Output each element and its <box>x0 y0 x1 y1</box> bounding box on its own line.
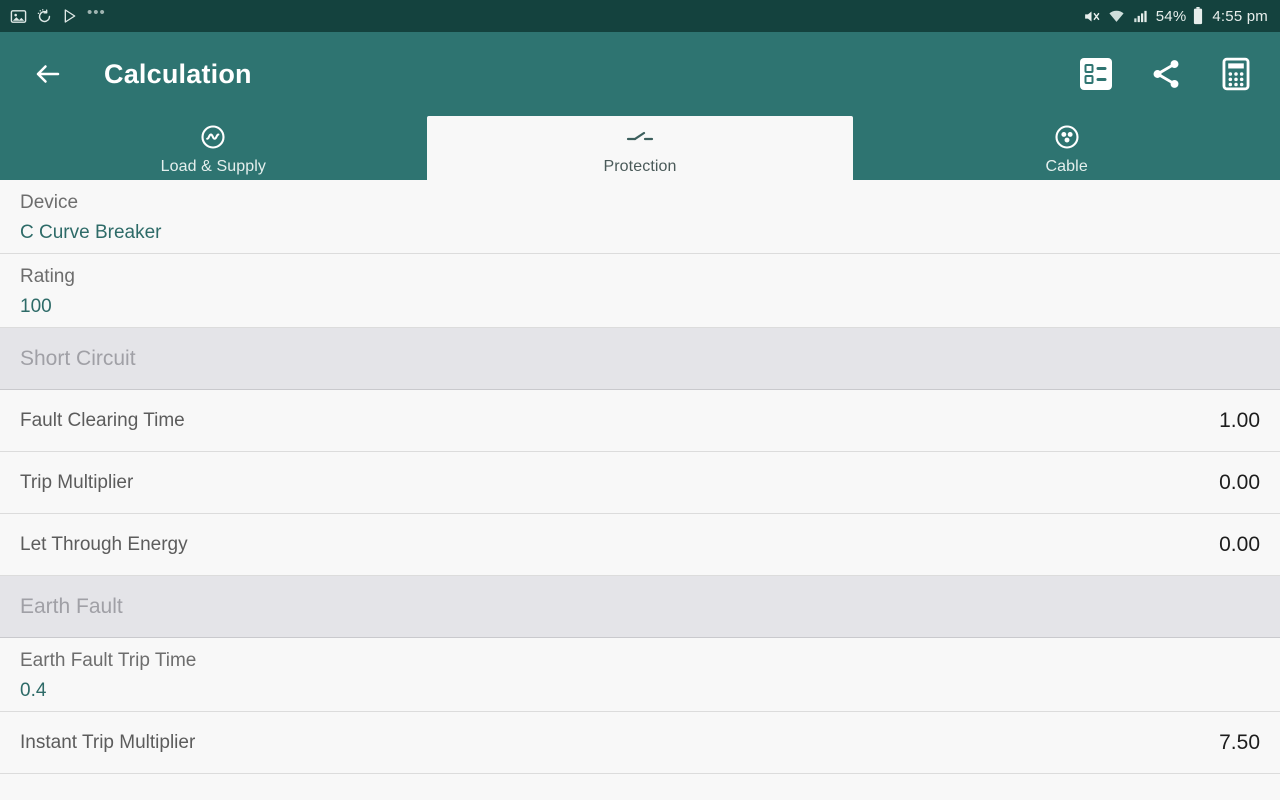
protection-list: Device C Curve Breaker Rating 100 Short … <box>0 180 1280 800</box>
calculator-icon[interactable] <box>1216 54 1256 94</box>
status-bar: ••• 54% 4:55 pm <box>0 0 1280 32</box>
app-bar: Calculation <box>0 32 1280 116</box>
app-bar-actions <box>1076 54 1256 94</box>
status-bar-system: 54% 4:55 pm <box>1082 7 1268 25</box>
tab-label: Cable <box>1045 158 1088 175</box>
section-title: Earth Fault <box>20 594 123 618</box>
row-label: Instant Trip Multiplier <box>20 731 196 753</box>
tab-protection[interactable]: Protection <box>426 116 854 180</box>
play-store-icon <box>62 8 78 24</box>
cable-core-icon <box>1053 122 1081 152</box>
share-icon[interactable] <box>1146 54 1186 94</box>
row-value: C Curve Breaker <box>20 221 162 243</box>
status-bar-notifications: ••• <box>10 4 106 25</box>
list-item-fault-clearing-time[interactable]: Fault Clearing Time 1.00 <box>0 390 1280 452</box>
row-label: Earth Fault Trip Time <box>20 649 197 671</box>
image-icon <box>10 8 27 25</box>
tab-label: Protection <box>603 158 677 175</box>
tab-cable[interactable]: Cable <box>853 116 1280 180</box>
back-arrow-icon[interactable] <box>30 56 66 92</box>
tab-label: Load & Supply <box>160 158 267 175</box>
row-value: 0.4 <box>20 679 47 701</box>
list-item-trip-multiplier[interactable]: Trip Multiplier 0.00 <box>0 452 1280 514</box>
list-item-earth-fault-trip-time[interactable]: Earth Fault Trip Time 0.4 <box>0 638 1280 712</box>
circuit-breaker-icon <box>625 122 655 152</box>
section-header-earth-fault: Earth Fault <box>0 576 1280 638</box>
list-item-let-through-energy[interactable]: Let Through Energy 0.00 <box>0 514 1280 576</box>
row-label: Device <box>20 191 79 213</box>
row-label: Let Through Energy <box>20 533 188 555</box>
row-value: 0.00 <box>1219 532 1260 556</box>
section-header-short-circuit: Short Circuit <box>0 328 1280 390</box>
row-value: 100 <box>20 295 52 317</box>
cellular-signal-icon <box>1132 9 1149 24</box>
section-title: Short Circuit <box>20 346 136 370</box>
list-item-rating[interactable]: Rating 100 <box>0 254 1280 328</box>
app-screen: ••• 54% 4:55 pm Calculation Load & Suppl… <box>0 0 1280 800</box>
more-dots-icon: ••• <box>87 4 106 21</box>
wifi-icon <box>1107 8 1126 25</box>
list-item-instant-trip-multiplier[interactable]: Instant Trip Multiplier 7.50 <box>0 712 1280 774</box>
list-view-icon[interactable] <box>1076 54 1116 94</box>
tab-load-and-supply[interactable]: Load & Supply <box>0 116 427 180</box>
row-value: 0.00 <box>1219 470 1260 494</box>
row-value: 1.00 <box>1219 408 1260 432</box>
tab-bar: Load & Supply Protection Cable <box>0 116 1280 180</box>
row-label: Fault Clearing Time <box>20 409 185 431</box>
ac-source-icon <box>199 122 227 152</box>
bluetooth-sync-icon <box>36 8 53 25</box>
row-value: 7.50 <box>1219 730 1260 754</box>
list-item-device[interactable]: Device C Curve Breaker <box>0 180 1280 254</box>
status-bar-clock: 4:55 pm <box>1212 7 1268 25</box>
battery-icon <box>1192 7 1204 25</box>
battery-percent-label: 54% <box>1155 7 1187 25</box>
row-label: Trip Multiplier <box>20 471 134 493</box>
page-title: Calculation <box>104 58 252 89</box>
row-label: Rating <box>20 265 75 287</box>
volume-mute-icon <box>1082 8 1101 25</box>
